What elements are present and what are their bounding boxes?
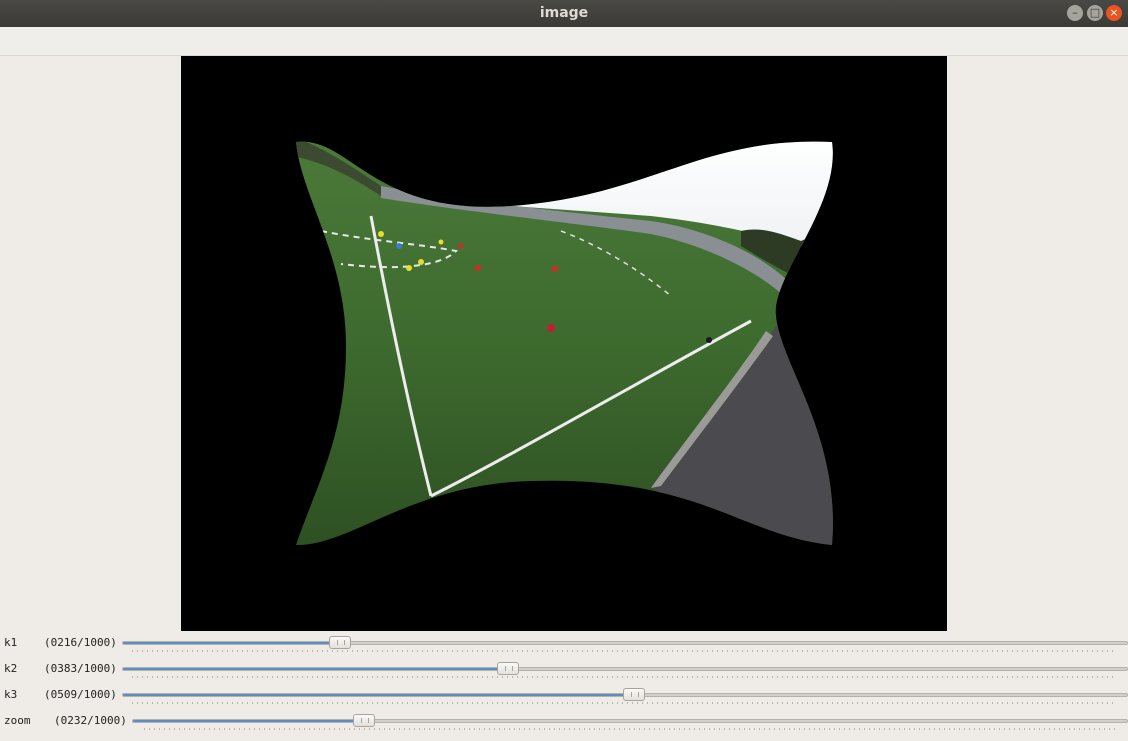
trackbar-readout-k3: (0509/1000) [44, 688, 117, 701]
image-display [181, 56, 947, 631]
slider-k3[interactable] [122, 688, 1128, 701]
slider-fill-k2 [123, 668, 508, 670]
slider-ticks-k1 [132, 650, 1116, 652]
slider-ticks-k2 [132, 676, 1116, 678]
trackbar-readout-k1: (0216/1000) [44, 636, 117, 649]
trackbar-label-k1: k1 [4, 636, 18, 649]
slider-handle-k3[interactable] [623, 688, 646, 701]
close-button[interactable]: × [1106, 5, 1122, 21]
title-bar: image – □ × [0, 0, 1128, 27]
slider-k1[interactable] [122, 636, 1128, 649]
trackbar-readout-zoom: (0232/1000) [54, 714, 127, 727]
minimize-button[interactable]: – [1067, 5, 1083, 21]
trackbar-readout-k2: (0383/1000) [44, 662, 117, 675]
slider-handle-k1[interactable] [328, 636, 351, 649]
trackbar-label-k3: k3 [4, 688, 18, 701]
slider-k2[interactable] [122, 662, 1128, 675]
window-title: image [539, 5, 589, 21]
slider-zoom[interactable] [132, 714, 1128, 727]
slider-fill-k1 [123, 642, 340, 644]
distorted-image [296, 141, 833, 546]
slider-ticks-k3 [132, 702, 1116, 704]
slider-handle-k2[interactable] [496, 662, 519, 675]
trackbar-label-zoom: zoom [4, 714, 31, 727]
toolbar-strip [0, 27, 1128, 56]
slider-handle-zoom[interactable] [352, 714, 375, 727]
maximize-button[interactable]: □ [1087, 5, 1103, 21]
slider-fill-zoom [133, 720, 364, 722]
slider-ticks-zoom [144, 728, 1116, 730]
slider-fill-k3 [123, 694, 635, 696]
trackbar-label-k2: k2 [4, 662, 18, 675]
